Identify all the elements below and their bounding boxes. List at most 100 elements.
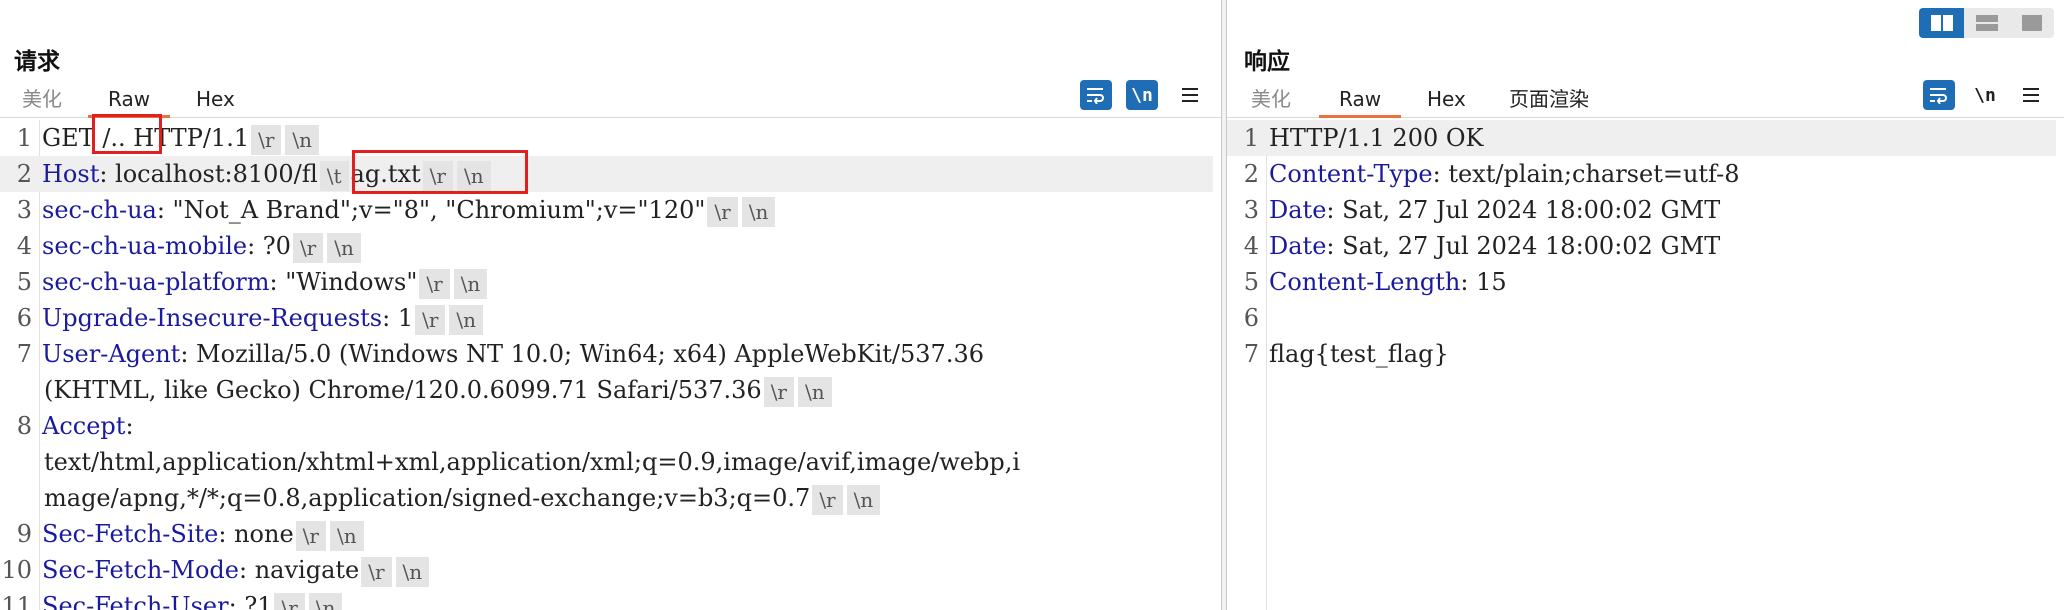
- lf-marker: \n: [395, 556, 430, 587]
- header-name: Host: [42, 160, 100, 188]
- response-pane: 响应 美化 Raw Hex 页面渲染 \n 1 HTTP/1.1 200 OK …: [1226, 0, 2064, 610]
- layout-top-bottom-button[interactable]: [1964, 8, 2009, 38]
- request-line: 6 Upgrade-Insecure-Requests: 1 \r \n: [0, 300, 1213, 336]
- hamburger-menu-icon: [2023, 88, 2039, 102]
- header-value: : localhost:8100/fl: [99, 160, 318, 188]
- request-pane: 请求 美化 Raw Hex \n 1 GET /.. HTTP/1.1 \r \n …: [0, 0, 1222, 610]
- header-name: sec-ch-ua: [42, 196, 157, 224]
- tab-hex[interactable]: Hex: [196, 86, 235, 118]
- response-body: flag{test_flag}: [1269, 340, 1449, 368]
- lf-marker: \n: [453, 268, 488, 299]
- header-name: sec-ch-ua-mobile: [42, 232, 248, 260]
- lf-marker: \n: [329, 520, 364, 551]
- lf-marker: \n: [846, 484, 881, 515]
- response-editor[interactable]: 1 HTTP/1.1 200 OK 2 Content-Type: text/p…: [1227, 120, 2064, 610]
- tab-hex[interactable]: Hex: [1427, 86, 1466, 118]
- header-value: : 15: [1460, 268, 1507, 296]
- request-line: 8 Accept:: [16, 412, 134, 440]
- show-newlines-button[interactable]: \n: [1126, 80, 1158, 110]
- header-name: Date: [1269, 196, 1327, 224]
- response-line: 5 Content-Length: 15: [1243, 268, 1507, 296]
- response-menu-button[interactable]: [2015, 80, 2047, 110]
- header-name: Accept: [42, 412, 126, 440]
- wrap-lines-button[interactable]: [1080, 80, 1112, 110]
- header-name: Date: [1269, 232, 1327, 260]
- header-name: Sec-Fetch-Site: [42, 520, 219, 548]
- lf-marker: \n: [327, 232, 361, 263]
- columns-icon: [1930, 15, 1953, 31]
- request-line: 4 sec-ch-ua-mobile: ?0 \r \n: [0, 228, 1213, 264]
- response-line: 2 Content-Type: text/plain;charset=utf-8: [1243, 160, 1740, 188]
- header-name: Content-Length: [1269, 268, 1461, 296]
- cr-marker: \r: [707, 196, 738, 227]
- hamburger-menu-icon: [1182, 88, 1198, 102]
- header-value-rest: ag.txt: [350, 160, 421, 188]
- header-value: : Sat, 27 Jul 2024 18:00:02 GMT: [1326, 232, 1721, 260]
- header-name: Sec-Fetch-Mode: [42, 556, 239, 584]
- header-value: :: [125, 412, 134, 440]
- layout-single-button[interactable]: [2009, 8, 2054, 38]
- tab-pretty[interactable]: 美化: [1251, 86, 1291, 118]
- lf-marker: \n: [741, 196, 776, 227]
- header-value: : text/plain;charset=utf-8: [1432, 160, 1740, 188]
- cr-marker: \r: [292, 232, 324, 263]
- cr-marker: \r: [763, 376, 794, 407]
- header-value: : navigate: [238, 556, 360, 584]
- response-line: 1 HTTP/1.1 200 OK: [1227, 120, 2056, 156]
- lf-marker: \n: [798, 376, 832, 407]
- tab-raw[interactable]: Raw: [1318, 86, 1402, 118]
- rows-icon: [1975, 15, 1998, 31]
- cr-marker: \r: [274, 592, 305, 610]
- cr-marker: \r: [812, 484, 843, 515]
- header-value: : "Not_A Brand";v="8", "Chromium";v="120…: [156, 196, 706, 224]
- response-line: 3 Date: Sat, 27 Jul 2024 18:00:02 GMT: [1243, 196, 1721, 224]
- wrap-lines-icon: [1930, 88, 1947, 104]
- request-title: 请求: [14, 49, 60, 75]
- request-line: 2 Host: localhost:8100/fl \t ag.txt \r \n: [0, 156, 1213, 192]
- tab-marker: \t: [319, 160, 349, 191]
- header-value: : Mozilla/5.0 (Windows NT 10.0; Win64; x…: [180, 340, 984, 368]
- header-value: : ?0: [247, 232, 291, 260]
- lf-marker: \n: [449, 304, 484, 335]
- single-pane-icon: [2021, 15, 2042, 31]
- tab-pretty[interactable]: 美化: [22, 86, 62, 118]
- header-value-wrap: text/html,application/xhtml+xml,applicat…: [44, 448, 1021, 476]
- header-value-wrap: (KHTML, like Gecko) Chrome/120.0.6099.71…: [44, 376, 762, 404]
- header-value-wrap: mage/apng,*/*;q=0.8,application/signed-e…: [44, 484, 811, 512]
- tab-raw[interactable]: Raw: [87, 86, 171, 118]
- header-name: Sec-Fetch-User: [42, 592, 229, 610]
- layout-side-by-side-button[interactable]: [1919, 8, 1964, 38]
- header-name: Upgrade-Insecure-Requests: [42, 304, 383, 332]
- response-line: 6: [1227, 300, 2056, 336]
- header-value: : "Windows": [269, 268, 418, 296]
- response-title: 响应: [1244, 49, 1290, 75]
- request-line-continuation: mage/apng,*/*;q=0.8,application/signed-e…: [0, 480, 1213, 516]
- request-line: 5 sec-ch-ua-platform: "Windows" \r \n: [0, 264, 1213, 300]
- cr-marker: \r: [251, 124, 282, 155]
- lf-marker: \n: [308, 592, 343, 610]
- request-line-text: GET /.. HTTP/1.1: [42, 124, 250, 152]
- request-line: 3 sec-ch-ua: "Not_A Brand";v="8", "Chrom…: [0, 192, 1213, 228]
- response-line: 7 flag{test_flag}: [1227, 336, 2056, 372]
- status-line: HTTP/1.1 200 OK: [1269, 124, 1484, 152]
- header-name: sec-ch-ua-platform: [42, 268, 270, 296]
- header-value: : ?1: [228, 592, 273, 610]
- header-name: User-Agent: [42, 340, 181, 368]
- request-editor[interactable]: 1 GET /.. HTTP/1.1 \r \n 2 Host: localhost…: [0, 120, 1221, 610]
- response-line: 4 Date: Sat, 27 Jul 2024 18:00:02 GMT: [1243, 232, 1721, 260]
- lf-marker: \n: [285, 124, 320, 155]
- wrap-lines-icon: [1087, 88, 1104, 104]
- request-line: 1 GET /.. HTTP/1.1 \r \n: [0, 120, 1213, 156]
- header-name: Content-Type: [1269, 160, 1433, 188]
- request-menu-button[interactable]: [1174, 80, 1206, 110]
- header-value: : none: [218, 520, 294, 548]
- request-line: 10 Sec-Fetch-Mode: navigate \r \n: [0, 552, 1213, 588]
- show-newlines-button[interactable]: \n: [1969, 80, 2001, 110]
- wrap-lines-button[interactable]: [1923, 80, 1955, 110]
- layout-toggle: [1919, 8, 2054, 38]
- request-line: 9 Sec-Fetch-Site: none \r \n: [0, 516, 1213, 552]
- request-line-continuation: text/html,application/xhtml+xml,applicat…: [0, 444, 1213, 480]
- tab-render[interactable]: 页面渲染: [1509, 86, 1589, 118]
- cr-marker: \r: [422, 160, 453, 191]
